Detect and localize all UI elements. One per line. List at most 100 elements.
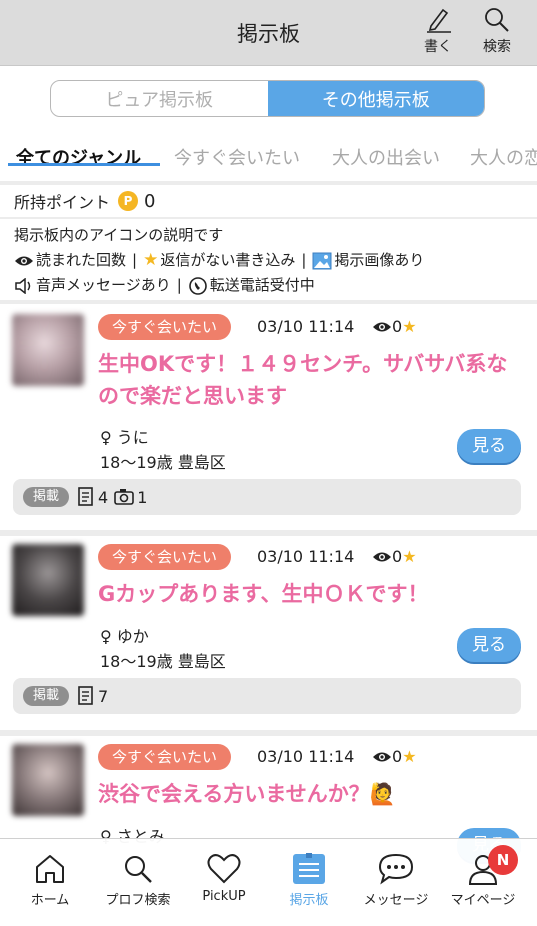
view-button[interactable]: 見る <box>457 429 521 463</box>
points-row: 所持ポイント P 0 <box>14 189 155 213</box>
nav-message[interactable]: メッセージ <box>353 839 439 919</box>
star-icon: ★ <box>402 747 417 766</box>
pencil-icon <box>427 8 451 33</box>
search-label: 検索 <box>483 39 511 55</box>
legend-title: 掲示板内のアイコンの説明です <box>14 226 224 244</box>
nav-label: 掲示板 <box>289 893 329 908</box>
chat-icon <box>378 853 414 885</box>
legend-divider: | <box>132 251 138 269</box>
tab-other-board[interactable]: その他掲示板 <box>267 81 484 116</box>
legend-row-2: 音声メッセージあり | 転送電話受付中 <box>14 273 424 298</box>
home-icon <box>36 855 64 883</box>
genre-badge: 今すぐ会いたい <box>98 744 232 770</box>
avatar <box>12 544 84 616</box>
genre-tab-all[interactable]: 全てのジャンル <box>16 144 141 170</box>
genre-badge: 今すぐ会いたい <box>98 314 232 340</box>
genre-tab-meet-now[interactable]: 今すぐ会いたい <box>174 144 300 170</box>
view-count: 0 <box>392 317 403 336</box>
photo-count-stat: 1 <box>114 488 147 507</box>
document-icon <box>78 487 93 506</box>
post-time: 03/10 11:14 <box>257 317 355 336</box>
nav-label: PickUP <box>202 889 246 904</box>
legend-divider: | <box>301 251 307 269</box>
search-button[interactable]: 検索 <box>467 6 527 62</box>
write-button[interactable]: 書く <box>408 6 468 62</box>
genre-badge: 今すぐ会いたい <box>98 544 232 570</box>
poster-info: 18〜19歳 豊島区 <box>100 453 226 472</box>
image-icon <box>312 252 332 269</box>
star-icon: ★ <box>402 317 417 336</box>
divider <box>0 181 537 185</box>
post-title: 渋谷で会える方いませんか？🙋 <box>98 782 396 806</box>
post-card[interactable]: 今すぐ会いたい 03/10 11:14 0 ★ 生中OKです！１４９センチ。サバ… <box>0 304 537 530</box>
legend-phone: 転送電話受付中 <box>209 276 315 294</box>
photo-count: 1 <box>137 487 148 507</box>
avatar <box>12 314 84 386</box>
search-icon <box>485 8 509 32</box>
posted-badge: 掲載 <box>23 487 70 507</box>
nav-label: ホーム <box>30 893 70 908</box>
post-title: Gカップあります、生中ＯＫです！ <box>98 582 429 606</box>
post-stats-bar: 掲載 7 <box>13 678 521 714</box>
points-value: 0 <box>144 190 156 212</box>
header-bar: 掲示板 書く 検索 <box>0 0 537 66</box>
divider <box>0 217 537 219</box>
genre-tab-adult-meet[interactable]: 大人の出会い <box>332 144 440 170</box>
points-label: 所持ポイント <box>14 193 111 212</box>
post-stats-bar: 掲載 4 1 <box>13 479 521 515</box>
notification-badge: N <box>488 845 518 875</box>
legend-views: 読まれた回数 <box>36 251 127 269</box>
eye-icon <box>373 752 391 761</box>
poster-name: ♀ ゆか <box>100 627 149 646</box>
heart-icon <box>207 854 241 884</box>
post-count: 4 <box>98 487 109 507</box>
nav-home[interactable]: ホーム <box>7 839 93 919</box>
avatar <box>12 744 84 816</box>
write-label: 書く <box>424 39 452 55</box>
post-card[interactable]: 今すぐ会いたい 03/10 11:14 0 ★ 渋谷で会える方いませんか？🙋 ♀… <box>0 736 537 862</box>
poster-info: 18〜19歳 豊島区 <box>100 652 226 671</box>
bottom-nav: ホーム プロフ検索 PickUP 掲示板 メッセージ マイページ N <box>0 838 537 926</box>
view-count: 0 <box>392 747 403 766</box>
genre-tab-adult-love[interactable]: 大人の恋 <box>470 144 537 170</box>
post-views: 0 ★ <box>372 547 417 566</box>
eye-icon <box>373 552 391 561</box>
board-toggle: ピュア掲示板 その他掲示板 <box>50 80 485 117</box>
post-count-stat: 4 <box>77 487 108 507</box>
legend-image: 掲示画像あり <box>334 251 425 269</box>
active-tab-indicator <box>8 163 160 166</box>
post-time: 03/10 11:14 <box>257 547 355 566</box>
nav-pickup[interactable]: PickUP <box>181 839 267 919</box>
star-icon: ★ <box>143 250 159 270</box>
post-time: 03/10 11:14 <box>257 747 355 766</box>
view-button[interactable]: 見る <box>457 628 521 662</box>
legend-divider: | <box>176 276 182 294</box>
post-views: 0 ★ <box>372 747 417 766</box>
nav-label: メッセージ <box>363 893 429 908</box>
search-icon <box>125 856 152 883</box>
speaker-icon <box>15 277 31 294</box>
camera-icon <box>114 489 135 505</box>
tab-pure-board[interactable]: ピュア掲示板 <box>51 81 268 116</box>
nav-label: マイページ <box>450 893 516 908</box>
phone-icon <box>188 276 207 295</box>
nav-board[interactable]: 掲示板 <box>266 839 352 919</box>
post-title: 生中OKです！１４９センチ。サバサバ系なので楽だと思います <box>98 352 508 408</box>
app-screen: 掲示板 書く 検索 ピュア掲示板 その他掲示板 全てのジャンル 今すぐ会いたい … <box>0 0 537 926</box>
board-icon <box>293 853 325 884</box>
point-coin-icon: P <box>118 191 139 211</box>
poster-name: ♀ うに <box>100 428 149 447</box>
nav-label: プロフ検索 <box>105 893 171 908</box>
eye-icon <box>373 322 391 331</box>
nav-mypage[interactable]: マイページ N <box>440 839 526 919</box>
legend-no-reply: 返信がない書き込み <box>160 251 296 269</box>
legend-row-1: 読まれた回数 | ★ 返信がない書き込み | 掲示画像あり <box>14 248 424 273</box>
nav-profile-search[interactable]: プロフ検索 <box>95 839 181 919</box>
post-card[interactable]: 今すぐ会いたい 03/10 11:14 0 ★ Gカップあります、生中ＯＫです！… <box>0 536 537 732</box>
star-icon: ★ <box>402 547 417 566</box>
genre-tabs: 全てのジャンル 今すぐ会いたい 大人の出会い 大人の恋 <box>0 132 537 178</box>
icon-legend: 掲示板内のアイコンの説明です 読まれた回数 | ★ 返信がない書き込み | 掲示… <box>14 223 424 298</box>
document-icon <box>78 686 93 705</box>
eye-icon <box>15 256 33 265</box>
posted-badge: 掲載 <box>23 686 70 706</box>
